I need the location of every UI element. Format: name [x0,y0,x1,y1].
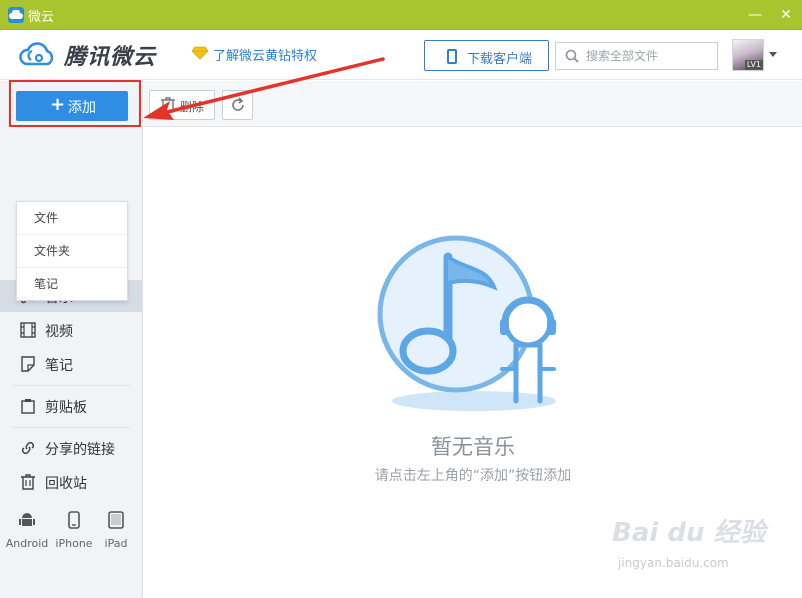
delete-label: 删除 [180,100,205,114]
close-button[interactable]: ✕ [776,6,796,24]
ipad-icon [108,511,124,529]
note-icon [21,356,35,372]
phone-icon [447,49,457,64]
sidebar-item-label: 回收站 [45,476,87,492]
device-label: Android [5,537,49,550]
empty-state-title: 暂无音乐 [431,435,515,459]
sidebar-item-label: 剪贴板 [45,400,87,416]
sidebar-item-label: 笔记 [45,358,73,374]
search-icon [565,49,579,63]
device-label: iPad [104,537,128,550]
sidebar-item-shared-links[interactable]: 分享的链接 [0,432,142,464]
sidebar: + 添加 文档 图片 音乐 视频 [0,81,143,598]
cloud-logo-icon [19,42,54,66]
link-icon [21,441,35,455]
toolbar: 删除 [144,81,802,127]
device-android[interactable]: Android [5,511,49,551]
device-ipad[interactable]: iPad [94,511,138,551]
avatar[interactable]: LV1 [732,39,764,71]
minimize-button[interactable]: — [745,6,765,24]
trash-icon [21,474,35,490]
delete-button[interactable]: 删除 [149,90,215,120]
sidebar-item-videos[interactable]: 视频 [0,314,142,346]
main-content: 删除 暂无音乐 请点击左上角的“添加”按钮添加 [144,81,802,598]
logo-text: 腾讯微云 [64,45,157,70]
diamond-icon [192,46,208,60]
clipboard-icon [21,399,35,414]
window-title: 微云 [28,10,55,25]
sidebar-item-label: 视频 [45,324,73,340]
refresh-icon [232,97,244,111]
refresh-button[interactable] [222,90,253,120]
search-input[interactable] [586,47,711,65]
add-menu: 文件 文件夹 笔记 [16,201,128,301]
device-iphone[interactable]: iPhone [52,511,96,551]
empty-state-subtitle: 请点击左上角的“添加”按钮添加 [374,468,572,484]
sidebar-item-clipboard[interactable]: 剪贴板 [0,390,142,422]
plus-icon: + [50,94,66,115]
search-box[interactable] [555,42,718,70]
trash-icon [161,97,175,113]
add-menu-item-note[interactable]: 笔记 [17,268,127,301]
title-bar: 微云 — ✕ [0,0,802,30]
add-button-label: 添加 [68,100,96,116]
download-client-button[interactable]: 下载客户端 [424,40,549,71]
chevron-down-icon[interactable] [769,52,777,57]
video-icon [20,322,36,338]
add-menu-item-file[interactable]: 文件 [17,202,127,235]
sidebar-item-recycle-bin[interactable]: 回收站 [0,466,142,498]
sidebar-item-label: 分享的链接 [45,442,115,458]
device-label: iPhone [55,537,93,550]
app-icon [8,7,24,23]
header: 腾讯微云 了解微云黄钻特权 下载客户端 LV1 [0,30,802,80]
sidebar-divider [12,385,130,386]
download-client-label: 下载客户端 [467,52,533,67]
iphone-icon [68,511,80,529]
sidebar-item-notes[interactable]: 笔记 [0,348,142,380]
android-icon [19,513,35,526]
add-menu-item-folder[interactable]: 文件夹 [17,235,127,268]
add-button[interactable]: + 添加 [16,91,128,121]
sidebar-divider [12,427,130,428]
vip-link[interactable]: 了解微云黄钻特权 [213,45,317,64]
user-level-badge: LV1 [744,60,763,70]
empty-music-illustration [377,235,556,411]
